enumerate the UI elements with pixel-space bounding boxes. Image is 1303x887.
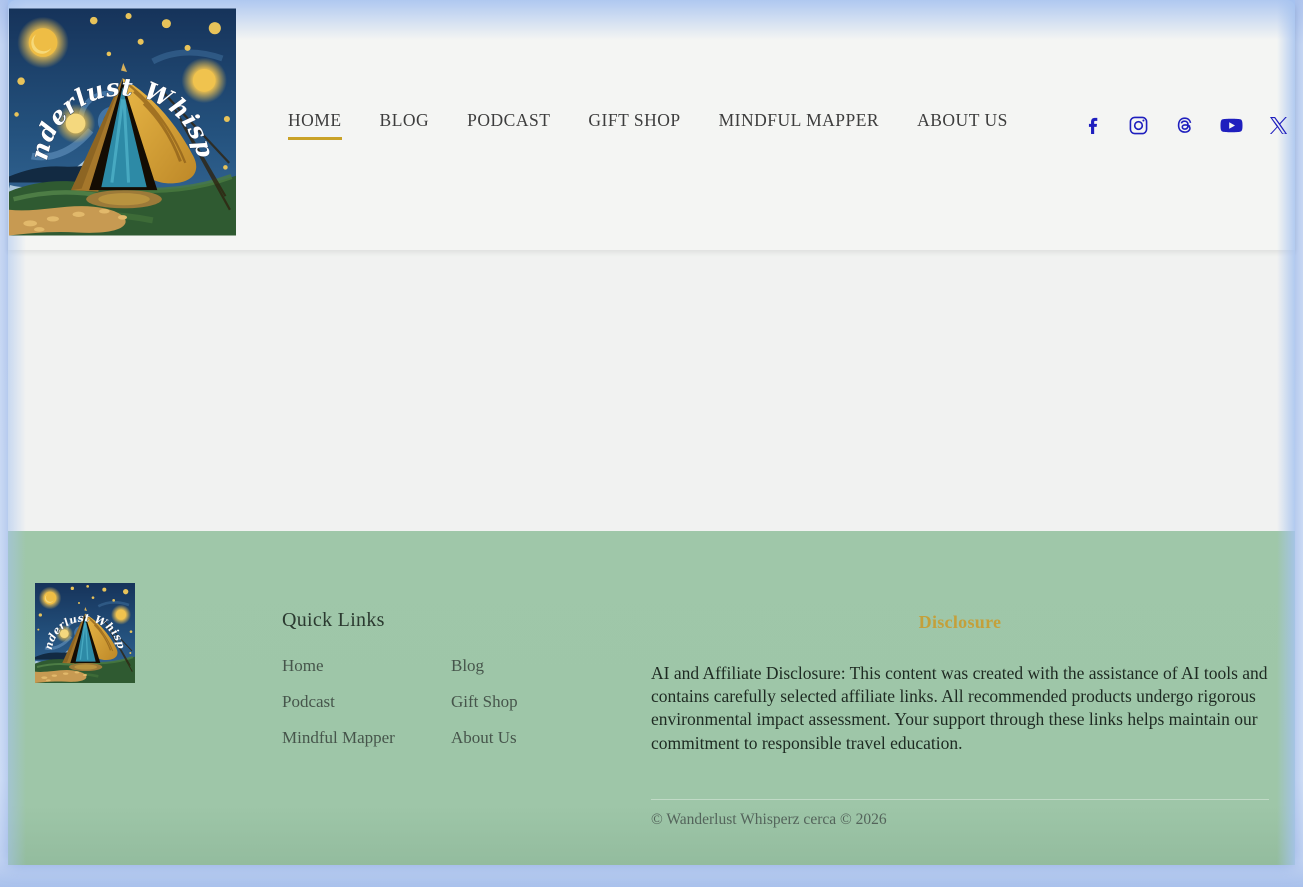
nav-podcast[interactable]: PODCAST <box>467 110 550 140</box>
threads-icon <box>1174 115 1194 135</box>
site-footer: Quick Links Home Blog Podcast Gift Shop … <box>8 531 1295 865</box>
footer-logo[interactable] <box>35 583 135 683</box>
footer-link-blog[interactable]: Blog <box>451 656 518 676</box>
facebook-icon <box>1084 116 1103 135</box>
footer-link-mindful-mapper[interactable]: Mindful Mapper <box>282 728 451 748</box>
footer-link-about-us[interactable]: About Us <box>451 728 518 748</box>
footer-link-gift-shop[interactable]: Gift Shop <box>451 692 518 712</box>
main-navigation: HOME BLOG PODCAST GIFT SHOP MINDFUL MAPP… <box>288 0 1008 250</box>
threads-link[interactable] <box>1174 115 1194 135</box>
footer-link-home[interactable]: Home <box>282 656 451 676</box>
disclosure-body: AI and Affiliate Disclosure: This conten… <box>651 662 1269 755</box>
quick-links-grid: Home Blog Podcast Gift Shop Mindful Mapp… <box>282 656 518 748</box>
site-header: HOME BLOG PODCAST GIFT SHOP MINDFUL MAPP… <box>8 0 1295 250</box>
youtube-link[interactable] <box>1220 116 1243 135</box>
instagram-icon <box>1129 116 1148 135</box>
nav-mindful-mapper[interactable]: MINDFUL MAPPER <box>719 110 879 140</box>
footer-link-podcast[interactable]: Podcast <box>282 692 451 712</box>
instagram-link[interactable] <box>1129 116 1148 135</box>
disclosure-title: Disclosure <box>651 612 1269 633</box>
x-icon <box>1269 116 1288 135</box>
quick-links-title: Quick Links <box>282 609 518 632</box>
main-content-empty <box>8 250 1295 531</box>
disclosure-section: Disclosure AI and Affiliate Disclosure: … <box>651 612 1269 755</box>
youtube-icon <box>1220 116 1243 135</box>
wanderlust-logo-image <box>9 8 236 236</box>
site-logo[interactable] <box>9 8 236 236</box>
page: HOME BLOG PODCAST GIFT SHOP MINDFUL MAPP… <box>8 0 1295 865</box>
quick-links-section: Quick Links Home Blog Podcast Gift Shop … <box>282 609 518 748</box>
nav-gift-shop[interactable]: GIFT SHOP <box>588 110 680 140</box>
copyright-text: © Wanderlust Whisperz cerca © 2026 <box>651 799 1269 829</box>
facebook-link[interactable] <box>1084 116 1103 135</box>
nav-about-us[interactable]: ABOUT US <box>917 110 1008 140</box>
wanderlust-logo-image-small <box>35 583 135 683</box>
nav-home[interactable]: HOME <box>288 110 342 140</box>
social-links <box>1084 0 1288 250</box>
x-link[interactable] <box>1269 116 1288 135</box>
nav-blog[interactable]: BLOG <box>380 110 430 140</box>
